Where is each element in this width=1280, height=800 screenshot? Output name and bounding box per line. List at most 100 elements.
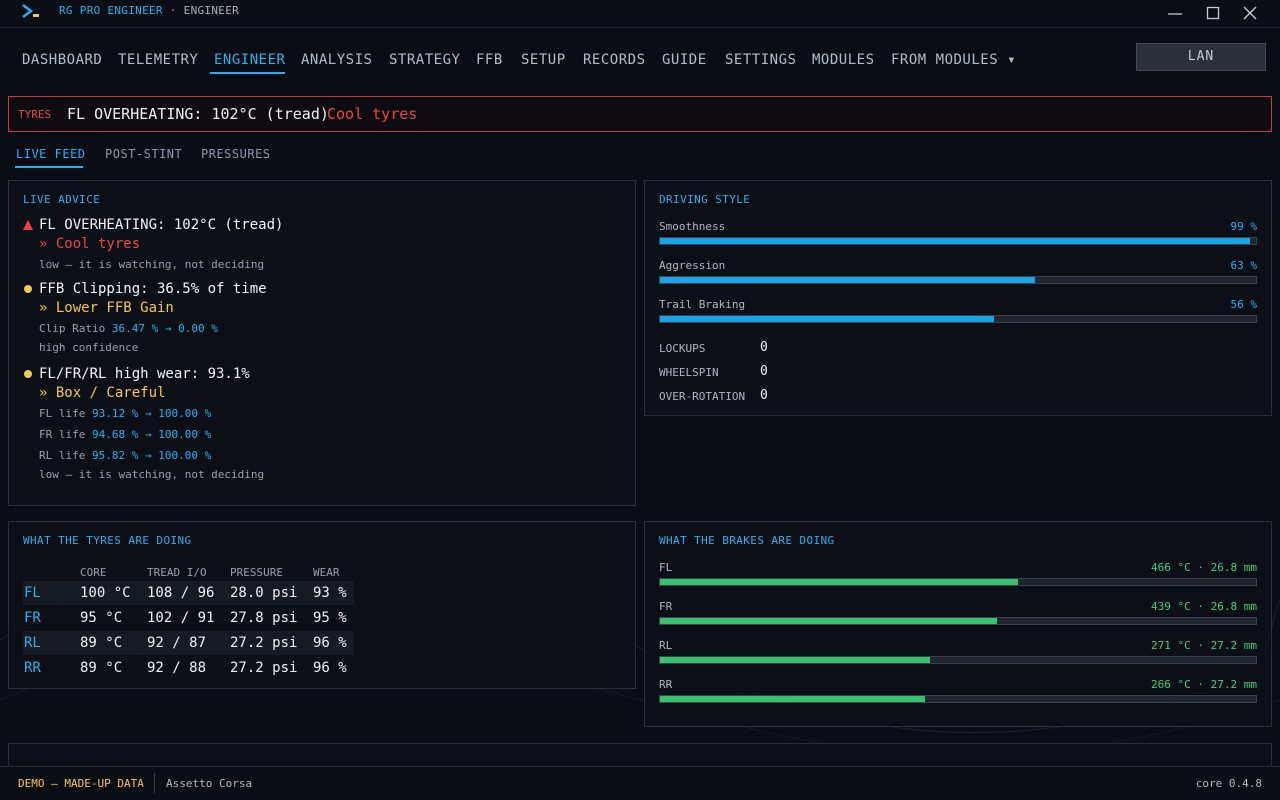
metric-bar xyxy=(659,276,1257,284)
advice-recommendation: » Lower FFB Gain xyxy=(39,300,174,316)
maximize-icon[interactable] xyxy=(1201,2,1225,24)
wear-cell: 93 % xyxy=(313,585,347,601)
table-row: RR 89 °C 92 / 88 27.2 psi 96 % xyxy=(23,656,354,680)
app-name: RG PRO ENGINEER xyxy=(59,4,163,17)
brake-row-fl: FL 466 °C · 26.8 mm xyxy=(659,561,1257,586)
tab-post-stint[interactable]: POST-STINT xyxy=(105,147,182,161)
corner-cell: RR xyxy=(24,660,41,676)
advice-confidence: low — it is watching, not deciding xyxy=(39,258,265,271)
table-row: FL 100 °C 108 / 96 28.0 psi 93 % xyxy=(23,581,354,605)
corner-cell: RL xyxy=(24,635,41,651)
title-separator: · xyxy=(169,4,177,17)
detail-label: FL life xyxy=(39,407,86,420)
metric-value: 63 % xyxy=(1230,259,1258,272)
metric-bar xyxy=(659,237,1257,245)
detail-value: 94.68 % → 100.00 % xyxy=(91,428,212,441)
nav-ffb[interactable]: FFB xyxy=(476,52,503,68)
advice-headline: FFB Clipping: 36.5% of time xyxy=(39,281,267,297)
brake-row-rr: RR 266 °C · 27.2 mm xyxy=(659,678,1257,703)
advice-detail: RL life 95.82 % → 100.00 % xyxy=(23,449,264,462)
metric-bar xyxy=(659,315,1257,323)
metric-value: 99 % xyxy=(1230,220,1258,233)
core-cell: 89 °C xyxy=(80,660,123,676)
alert-message: FL OVERHEATING: 102°C (tread) xyxy=(67,105,329,123)
main-nav: DASHBOARD TELEMETRY ENGINEER ANALYSIS ST… xyxy=(0,28,1280,80)
brake-bar-fill xyxy=(660,657,930,663)
alert-banner: TYRES FL OVERHEATING: 102°C (tread) Cool… xyxy=(8,96,1272,132)
brake-bar-fill xyxy=(660,618,997,624)
column-header: TREAD I/O xyxy=(147,566,207,579)
tread-cell: 102 / 91 xyxy=(147,610,215,626)
metric-label: Aggression xyxy=(659,259,726,272)
advice-item: FL/FR/RL high wear: 93.1% » Box / Carefu… xyxy=(23,366,264,481)
nav-from-modules-dropdown[interactable]: FROM MODULES ▾ xyxy=(891,52,1016,68)
advice-detail: FL life 93.12 % → 100.00 % xyxy=(23,407,264,420)
tread-cell: 108 / 96 xyxy=(147,585,215,601)
app-title: RG PRO ENGINEER · ENGINEER xyxy=(59,4,239,17)
nav-strategy[interactable]: STRATEGY xyxy=(389,52,460,68)
tread-cell: 92 / 88 xyxy=(147,660,207,676)
count-label: LOCKUPS xyxy=(659,342,706,355)
wear-cell: 96 % xyxy=(313,635,347,651)
terminal-logo-icon xyxy=(22,4,39,18)
metric-trail-braking: Trail Braking 56 % xyxy=(659,298,1258,323)
metric-aggression: Aggression 63 % xyxy=(659,259,1258,284)
count-wheelspin: WHEELSPIN 0 xyxy=(659,364,768,379)
metric-bar-fill xyxy=(660,316,994,322)
detail-value: 93.12 % → 100.00 % xyxy=(91,407,212,420)
core-cell: 95 °C xyxy=(80,610,123,626)
nav-dashboard[interactable]: DASHBOARD xyxy=(22,52,102,68)
nav-engineer[interactable]: ENGINEER xyxy=(214,52,285,68)
title-bar: RG PRO ENGINEER · ENGINEER xyxy=(0,0,1280,28)
brake-value: 266 °C · 27.2 mm xyxy=(1151,678,1257,691)
advice-item: FL OVERHEATING: 102°C (tread) » Cool tyr… xyxy=(23,217,283,271)
brake-bar xyxy=(659,695,1257,703)
count-label: WHEELSPIN xyxy=(659,366,719,379)
metric-bar-fill xyxy=(660,277,1036,283)
metric-smoothness: Smoothness 99 % xyxy=(659,220,1258,245)
panel-title: LIVE ADVICE xyxy=(23,193,101,206)
warning-dot-icon xyxy=(24,370,32,378)
live-advice-panel: LIVE ADVICE FL OVERHEATING: 102°C (tread… xyxy=(8,180,636,506)
brake-row-rl: RL 271 °C · 27.2 mm xyxy=(659,639,1257,664)
corner-cell: FL xyxy=(24,585,41,601)
nav-settings[interactable]: SETTINGS xyxy=(725,52,796,68)
minimize-icon[interactable] xyxy=(1163,2,1187,24)
tab-live-feed[interactable]: LIVE FEED xyxy=(16,147,86,161)
count-label: OVER-ROTATION xyxy=(659,390,746,403)
nav-analysis[interactable]: ANALYSIS xyxy=(301,52,372,68)
brake-bar xyxy=(659,578,1257,586)
metric-bar-fill xyxy=(660,238,1251,244)
panel-title: WHAT THE BRAKES ARE DOING xyxy=(659,534,835,547)
nav-setup[interactable]: SETUP xyxy=(521,52,566,68)
status-bar: DEMO — MADE-UP DATA Assetto Corsa core 0… xyxy=(0,766,1280,800)
warning-dot-icon xyxy=(24,285,32,293)
brake-bar xyxy=(659,656,1257,664)
wear-cell: 96 % xyxy=(313,660,347,676)
nav-guide[interactable]: GUIDE xyxy=(662,52,707,68)
nav-records[interactable]: RECORDS xyxy=(583,52,646,68)
warning-triangle-icon xyxy=(23,220,33,230)
brake-value: 271 °C · 27.2 mm xyxy=(1151,639,1257,652)
advice-item: FFB Clipping: 36.5% of time » Lower FFB … xyxy=(23,281,267,354)
active-tab-underline xyxy=(15,166,83,168)
lan-button[interactable]: LAN xyxy=(1136,43,1266,71)
tab-pressures[interactable]: PRESSURES xyxy=(201,147,271,161)
panel-title: DRIVING STYLE xyxy=(659,193,751,206)
active-nav-underline xyxy=(210,72,285,74)
brake-value: 439 °C · 26.8 mm xyxy=(1151,600,1257,613)
advice-headline: FL/FR/RL high wear: 93.1% xyxy=(39,366,250,382)
count-over-rotation: OVER-ROTATION 0 xyxy=(659,388,768,403)
pressure-cell: 27.8 psi xyxy=(230,610,298,626)
advice-detail: Clip Ratio 36.47 % → 0.00 % xyxy=(23,322,267,335)
nav-modules[interactable]: MODULES xyxy=(812,52,875,68)
brake-bar xyxy=(659,617,1257,625)
game-label: Assetto Corsa xyxy=(166,777,253,790)
nav-telemetry[interactable]: TELEMETRY xyxy=(118,52,198,68)
metric-value: 56 % xyxy=(1230,298,1258,311)
detail-label: Clip Ratio xyxy=(39,322,106,335)
column-header: WEAR xyxy=(313,566,340,579)
brake-value: 466 °C · 26.8 mm xyxy=(1151,561,1257,574)
brake-bar-fill xyxy=(660,696,926,702)
close-icon[interactable] xyxy=(1238,2,1262,24)
